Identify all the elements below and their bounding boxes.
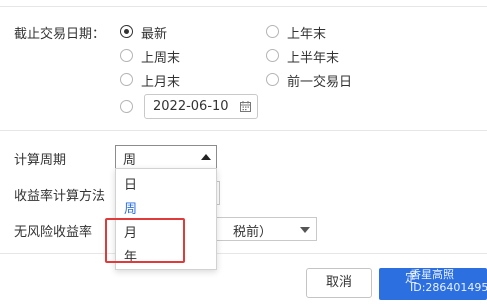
- risk-free-select[interactable]: 税前）: [200, 217, 317, 241]
- dropdown-option-day[interactable]: 日: [124, 174, 137, 193]
- radio-last-year-end-label[interactable]: 上年末: [287, 23, 326, 42]
- caret-down-icon: [300, 227, 310, 233]
- radio-previous-trading-day-label[interactable]: 前一交易日: [287, 71, 352, 90]
- radio-custom-date[interactable]: [120, 100, 133, 113]
- date-input-value: 2022-06-10: [153, 99, 229, 114]
- calc-period-label: 计算周期: [14, 153, 67, 168]
- section-divider: [0, 130, 487, 131]
- radio-last-month-end[interactable]: [120, 73, 133, 86]
- top-divider: [0, 6, 487, 7]
- end-date-label: 截止交易日期：: [14, 27, 106, 42]
- risk-free-label: 无风险收益率: [14, 225, 93, 240]
- calc-period-select[interactable]: 周: [115, 145, 217, 169]
- dropdown-option-week[interactable]: 周: [124, 198, 137, 217]
- radio-latest[interactable]: [120, 25, 133, 38]
- radio-last-week-end-label[interactable]: 上周末: [141, 47, 180, 66]
- radio-last-half-year-end[interactable]: [266, 49, 279, 62]
- return-method-label: 收益率计算方法: [14, 189, 106, 204]
- radio-previous-trading-day[interactable]: [266, 73, 279, 86]
- radio-latest-label[interactable]: 最新: [141, 23, 167, 42]
- radio-last-half-year-end-label[interactable]: 上半年末: [287, 47, 339, 66]
- calendar-icon[interactable]: [240, 101, 251, 112]
- radio-last-week-end[interactable]: [120, 49, 133, 62]
- radio-last-month-end-label[interactable]: 上月末: [141, 71, 180, 90]
- risk-free-value: 税前）: [233, 225, 273, 240]
- caret-up-icon: [201, 154, 211, 160]
- footer-divider: [0, 253, 487, 254]
- date-input[interactable]: 2022-06-10: [144, 94, 258, 119]
- radio-last-year-end[interactable]: [266, 25, 279, 38]
- calc-period-value: 周: [123, 153, 137, 168]
- cancel-button[interactable]: 取消: [306, 268, 372, 298]
- annotation-highlight-box: [105, 218, 185, 263]
- watermark-name: 香星高照: [410, 268, 454, 281]
- watermark-id: ID:286401495: [410, 281, 487, 294]
